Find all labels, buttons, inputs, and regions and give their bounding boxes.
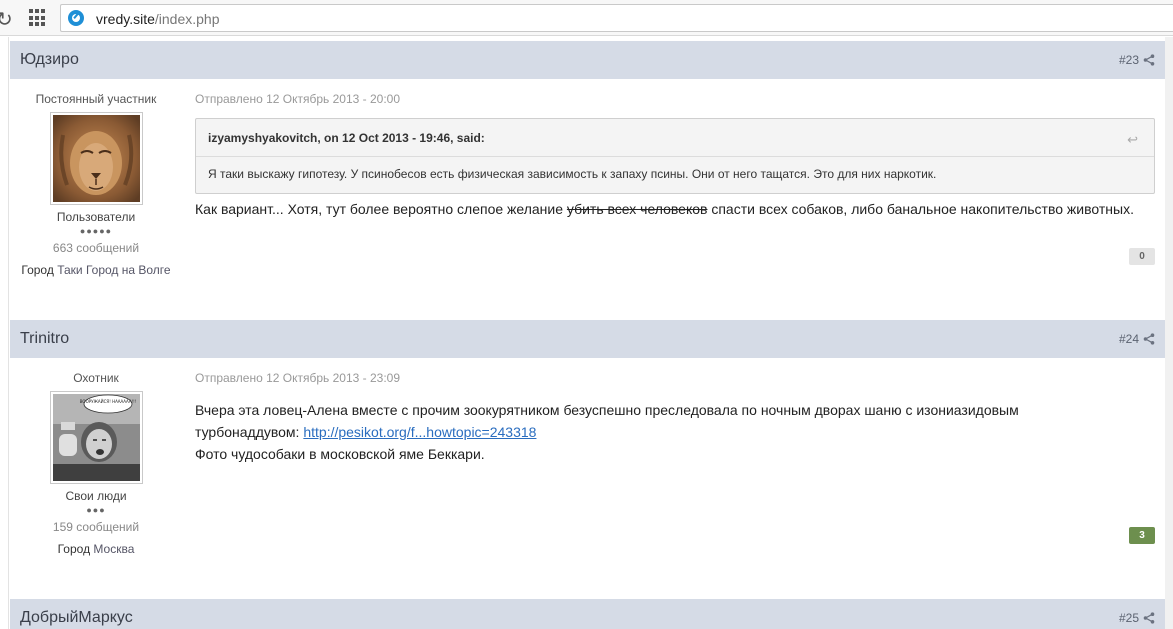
post-text-part: спасти всех собаков, либо банальное нако… xyxy=(707,201,1134,217)
post-header: Юдзиро #23 xyxy=(10,41,1165,79)
city-label: Город xyxy=(57,542,91,556)
view-post-arrow-icon[interactable]: ↩ xyxy=(1127,132,1138,148)
apps-grid-icon[interactable] xyxy=(29,9,47,27)
city-value: Москва xyxy=(93,542,135,556)
reputation-badge[interactable]: 0 xyxy=(1129,248,1155,265)
share-icon[interactable] xyxy=(1143,612,1155,624)
post-text-line: Фото чудособаки в московской яме Беккари… xyxy=(195,446,485,462)
reputation-badge[interactable]: 3 xyxy=(1129,527,1155,544)
post-text-line: турбонаддувом: http://pesikot.org/f...ho… xyxy=(195,421,1155,443)
avatar-caption: ВООРУЖАЙСЯ! НАААААА!!! xyxy=(79,399,136,404)
address-bar[interactable]: vredy.site/index.php xyxy=(60,4,1173,32)
member-group: Пользователи xyxy=(56,210,136,224)
url-text[interactable]: vredy.site/index.php xyxy=(96,11,219,27)
post-body: Отправлено 12 Октябрь 2013 - 23:09 Вчера… xyxy=(195,371,1155,465)
post-author-name[interactable]: ДобрыйМаркус xyxy=(20,609,133,627)
post-text-part: Как вариант... Хотя, тут более вероятно … xyxy=(195,201,567,217)
member-group: Свои люди xyxy=(65,489,127,503)
post-date: Отправлено 12 Октябрь 2013 - 23:09 xyxy=(195,371,401,385)
post-author-name[interactable]: Юдзиро xyxy=(20,51,79,69)
forum-post: Юдзиро #23 Постоянный участник Пользоват… xyxy=(10,41,1165,317)
forum-post: Trinitro #24 Охотник ВООРУЖАЙСЯ! НАААААА… xyxy=(10,320,1165,596)
quote-text: Я таки выскажу гипотезу. У псинобесов ес… xyxy=(208,167,937,181)
browser-toolbar: ↻ vredy.site/index.php xyxy=(0,0,1173,36)
post-text-strikethrough: убить всех человеков xyxy=(566,201,708,217)
page-content: Юдзиро #23 Постоянный участник Пользоват… xyxy=(0,37,1173,629)
protest-woman-avatar[interactable]: ВООРУЖАЙСЯ! НАААААА!!! xyxy=(49,391,143,484)
member-rank: Постоянный участник xyxy=(35,92,157,106)
site-compass-icon xyxy=(68,10,84,26)
share-icon[interactable] xyxy=(1143,54,1155,66)
post-header: Trinitro #24 xyxy=(10,320,1165,358)
scrollbar-track[interactable] xyxy=(1165,37,1173,629)
post-header: ДобрыйМаркус #25 xyxy=(10,599,1165,629)
post-message: Вчера эта ловец-Алена вместе с прочим зо… xyxy=(195,399,1155,465)
url-host: vredy.site xyxy=(96,11,155,27)
quote-citation: izyamyshyakovitch, on 12 Oct 2013 - 19:4… xyxy=(208,131,485,145)
forum-post: ДобрыйМаркус #25 xyxy=(10,599,1165,629)
post-date: Отправлено 12 Октябрь 2013 - 20:00 xyxy=(195,92,401,106)
lion-avatar-image xyxy=(52,115,140,202)
lion-avatar[interactable] xyxy=(49,112,143,205)
rank-pips: ●●●●● xyxy=(79,226,113,236)
member-post-count: 663 сообщений xyxy=(52,241,140,255)
member-city: Город Таки Город на Волге xyxy=(10,263,182,277)
city-value: Таки Город на Волге xyxy=(57,263,171,277)
city-label: Город xyxy=(21,263,54,277)
reload-icon[interactable]: ↻ xyxy=(0,7,13,31)
rank-pips: ●●● xyxy=(86,505,106,515)
post-author-name[interactable]: Trinitro xyxy=(20,330,69,348)
url-path: /index.php xyxy=(154,11,220,27)
post-quote: izyamyshyakovitch, on 12 Oct 2013 - 19:4… xyxy=(195,118,1155,194)
member-post-count: 159 сообщений xyxy=(52,520,140,534)
topic-link[interactable]: http://pesikot.org/f...howtopic=243318 xyxy=(303,424,536,440)
author-info: Постоянный участник Пользователи ●●●●● 6… xyxy=(10,92,182,277)
member-rank: Охотник xyxy=(73,371,119,385)
post-body: Отправлено 12 Октябрь 2013 - 20:00 izyam… xyxy=(195,92,1155,220)
post-number-link[interactable]: #24 xyxy=(1119,332,1139,346)
protest-woman-avatar-image: ВООРУЖАЙСЯ! НАААААА!!! xyxy=(52,394,140,481)
share-icon[interactable] xyxy=(1143,333,1155,345)
post-number-link[interactable]: #23 xyxy=(1119,53,1139,67)
author-info: Охотник ВООРУЖАЙСЯ! НАААААА!!! Свои люди xyxy=(10,371,182,556)
quote-header: izyamyshyakovitch, on 12 Oct 2013 - 19:4… xyxy=(196,119,1154,157)
post-number-link[interactable]: #25 xyxy=(1119,611,1139,625)
post-text-part: турбонаддувом: xyxy=(195,424,304,440)
member-city: Город Москва xyxy=(10,542,182,556)
left-edge-divider xyxy=(8,37,9,629)
post-message: Как вариант... Хотя, тут более вероятно … xyxy=(195,198,1155,220)
post-text-line: Вчера эта ловец-Алена вместе с прочим зо… xyxy=(195,402,1019,418)
